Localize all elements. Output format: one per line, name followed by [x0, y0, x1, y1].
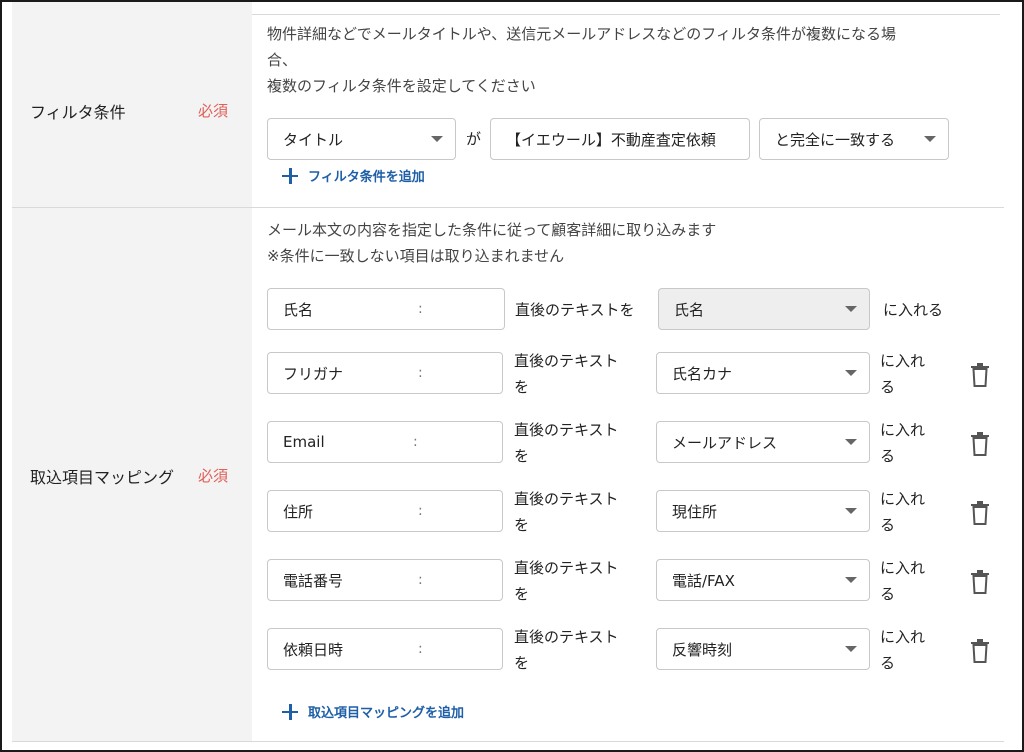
mapping-suffix-text: に入れる [883, 301, 944, 319]
colon-separator: : [418, 301, 423, 317]
chevron-down-icon [845, 370, 857, 376]
filter-content: 物件詳細などでメールタイトルや、送信元メールアドレスなどのフィルタ条件が複数にな… [252, 2, 1004, 207]
mapping-suffix-text: る [880, 516, 896, 534]
mapping-source-text: 氏名 [283, 300, 314, 319]
mapping-row: 取込項目マッピング 必須 メール本文の内容を指定した条件に従って顧客詳細に取り込… [12, 208, 1004, 742]
mapping-target-value: 氏名カナ [672, 364, 733, 383]
colon-separator: : [418, 503, 423, 519]
plus-icon [282, 167, 298, 184]
chevron-down-icon [431, 136, 443, 142]
add-filter-condition-label: フィルタ条件を追加 [308, 170, 425, 185]
filter-value-text: 【イエウール】不動産査定依頼 [506, 130, 716, 149]
mapping-target-select[interactable]: 反響時刻 [656, 628, 870, 670]
mapping-description-line: ※条件に一致しない項目は取り込まれません [267, 247, 565, 265]
trash-icon[interactable] [970, 432, 990, 456]
mapping-target-value: 反響時刻 [672, 640, 733, 659]
mapping-suffix-text: に入れ [880, 421, 926, 439]
trash-icon[interactable] [970, 570, 990, 594]
mapping-suffix-text: に入れ [880, 628, 926, 646]
mapping-source-text: フリガナ [283, 364, 344, 383]
mapping-suffix-text: に入れ [880, 352, 926, 370]
mapping-target-value: 電話/FAX [672, 571, 735, 590]
filter-connector: が [466, 130, 482, 148]
mapping-rule-text: 直後のテキスト [514, 559, 619, 577]
mapping-rule-text: を [514, 447, 530, 465]
mapping-source-input[interactable]: 住所 : [267, 490, 503, 532]
colon-separator: : [418, 365, 423, 381]
settings-form: フィルタ条件 必須 物件詳細などでメールタイトルや、送信元メールアドレスなどのフ… [0, 0, 1024, 752]
required-badge: 必須 [198, 467, 229, 485]
mapping-source-text: 依頼日時 [283, 640, 344, 659]
mapping-target-value: 氏名 [674, 300, 705, 319]
chevron-down-icon [924, 136, 936, 142]
mapping-rule-text: を [514, 378, 530, 396]
mapping-description-line: メール本文の内容を指定した条件に従って顧客詳細に取り込みます [267, 221, 717, 239]
filter-match-select[interactable]: と完全に一致する [759, 118, 949, 160]
mapping-target-select[interactable]: 現住所 [656, 490, 870, 532]
mapping-source-input[interactable]: 電話番号 : [267, 559, 503, 601]
mapping-target-select[interactable]: 氏名カナ [656, 352, 870, 394]
mapping-suffix-text: に入れ [880, 490, 926, 508]
trash-icon[interactable] [970, 501, 990, 525]
mapping-suffix-text: に入れ [880, 559, 926, 577]
filter-value-input[interactable]: 【イエウール】不動産査定依頼 [490, 118, 750, 160]
trash-icon[interactable] [970, 363, 990, 387]
mapping-rule-text: 直後のテキストを [515, 301, 635, 319]
colon-separator: : [418, 641, 423, 657]
colon-separator: : [418, 572, 423, 588]
mapping-suffix-text: る [880, 654, 896, 672]
mapping-rule-text: 直後のテキスト [514, 628, 619, 646]
mapping-rule-text: 直後のテキスト [514, 421, 619, 439]
mapping-content: メール本文の内容を指定した条件に従って顧客詳細に取り込みます ※条件に一致しない… [252, 208, 1004, 741]
mapping-label-cell: 取込項目マッピング 必須 [12, 208, 252, 741]
mapping-source-text: 住所 [283, 502, 314, 521]
add-mapping-label: 取込項目マッピングを追加 [308, 706, 465, 721]
filter-label-cell: フィルタ条件 必須 [12, 2, 252, 207]
mapping-rule-text: を [514, 585, 530, 603]
mapping-source-input[interactable]: フリガナ : [267, 352, 503, 394]
mapping-source-input[interactable]: 依頼日時 : [267, 628, 503, 670]
mapping-target-select[interactable]: 氏名 [658, 288, 870, 330]
mapping-source-text: 電話番号 [283, 571, 344, 590]
required-badge: 必須 [198, 102, 229, 120]
filter-description-line: 合、 [267, 51, 298, 69]
mapping-target-select[interactable]: 電話/FAX [656, 559, 870, 601]
chevron-down-icon [845, 508, 857, 514]
filter-label: フィルタ条件 [30, 103, 126, 122]
mapping-rule-text: を [514, 654, 530, 672]
chevron-down-icon [845, 439, 857, 445]
trash-icon[interactable] [970, 639, 990, 663]
filter-match-value: と完全に一致する [775, 130, 896, 149]
add-filter-condition-link[interactable]: フィルタ条件を追加 [282, 166, 425, 185]
filter-field-select[interactable]: タイトル [267, 118, 456, 160]
mapping-source-input[interactable]: Email : [267, 421, 503, 463]
mapping-suffix-text: る [880, 378, 896, 396]
chevron-down-icon [845, 577, 857, 583]
mapping-suffix-text: る [880, 447, 896, 465]
mapping-target-value: メールアドレス [672, 433, 778, 452]
chevron-down-icon [845, 646, 857, 652]
mapping-suffix-text: る [880, 585, 896, 603]
mapping-target-select[interactable]: メールアドレス [656, 421, 870, 463]
mapping-rule-text: 直後のテキスト [514, 352, 619, 370]
filter-description-line: 複数のフィルタ条件を設定してください [267, 77, 536, 95]
chevron-down-icon [845, 306, 857, 312]
filter-field-value: タイトル [283, 130, 344, 149]
filter-description-line: 物件詳細などでメールタイトルや、送信元メールアドレスなどのフィルタ条件が複数にな… [267, 25, 896, 43]
mapping-source-input[interactable]: 氏名 : [267, 288, 505, 330]
mapping-target-value: 現住所 [672, 502, 718, 521]
mapping-rule-text: を [514, 516, 530, 534]
filter-condition-row: フィルタ条件 必須 物件詳細などでメールタイトルや、送信元メールアドレスなどのフ… [12, 2, 1004, 208]
mapping-source-text: Email [283, 433, 325, 451]
add-mapping-link[interactable]: 取込項目マッピングを追加 [282, 702, 464, 721]
plus-icon [282, 703, 298, 720]
mapping-label: 取込項目マッピング [30, 468, 175, 487]
colon-separator: : [413, 434, 418, 450]
mapping-rule-text: 直後のテキスト [514, 490, 619, 508]
